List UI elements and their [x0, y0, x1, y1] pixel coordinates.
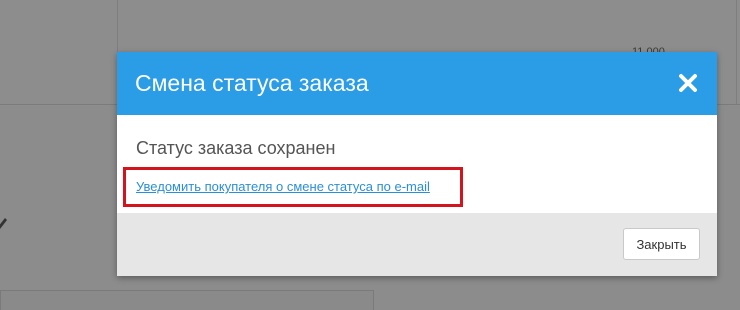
background-column-divider — [736, 0, 737, 104]
dialog-header: Смена статуса заказа — [117, 52, 717, 115]
status-change-dialog: Смена статуса заказа Статус заказа сохра… — [117, 52, 717, 276]
edit-icon — [0, 218, 7, 229]
notify-customer-email-link[interactable]: Уведомить покупателя о смене статуса по … — [136, 179, 430, 194]
dialog-title: Смена статуса заказа — [135, 70, 369, 96]
status-saved-message: Статус заказа сохранен — [136, 138, 336, 158]
dialog-body: Статус заказа сохранен Уведомить покупат… — [117, 115, 717, 213]
background-panel — [0, 290, 374, 310]
dialog-footer: Закрыть — [117, 213, 717, 276]
close-icon[interactable] — [677, 72, 699, 94]
close-button[interactable]: Закрыть — [623, 228, 700, 260]
